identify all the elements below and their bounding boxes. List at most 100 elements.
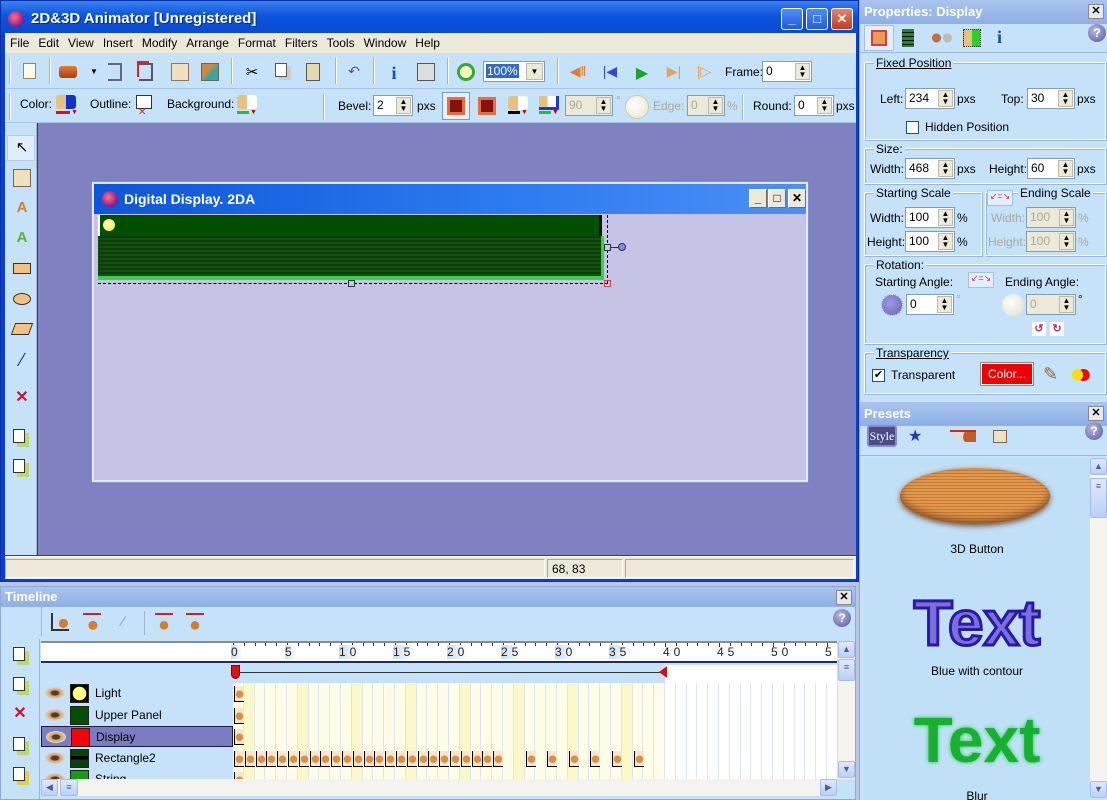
copy-scale-icon[interactable]: ↙=↘ bbox=[987, 190, 1013, 206]
insert-3d-text-icon[interactable]: A bbox=[13, 229, 31, 247]
rotation-handle[interactable] bbox=[618, 243, 626, 251]
keyframe[interactable] bbox=[406, 750, 417, 767]
light-dropdown-icon[interactable]: ▼ bbox=[552, 109, 559, 116]
bring-to-front-icon[interactable] bbox=[13, 737, 25, 751]
paste-icon[interactable] bbox=[306, 63, 320, 81]
chevron-down-icon[interactable]: ▼ bbox=[526, 63, 543, 80]
timeline-hscrollbar[interactable]: ◀ ≡ ▶ bbox=[41, 779, 837, 796]
fill-color-icon[interactable] bbox=[56, 95, 76, 109]
properties-icon[interactable] bbox=[417, 63, 435, 81]
spinner-icon[interactable]: ▲ ▼ bbox=[1058, 90, 1073, 107]
menu-window[interactable]: Window bbox=[359, 33, 411, 50]
doc-close-button[interactable]: ✕ bbox=[788, 189, 806, 208]
insert-image-icon[interactable] bbox=[13, 169, 31, 187]
layer-down-icon[interactable] bbox=[13, 677, 25, 691]
spinner-icon[interactable]: ▲ ▼ bbox=[938, 160, 953, 177]
layer-row[interactable]: Rectangle2 bbox=[41, 748, 233, 769]
motion-presets-icon[interactable] bbox=[950, 430, 976, 442]
resize-handle-bottom[interactable] bbox=[348, 280, 355, 287]
keyframe[interactable] bbox=[352, 750, 363, 767]
keyframe[interactable] bbox=[277, 750, 288, 767]
add-keyframe-icon[interactable] bbox=[51, 613, 69, 631]
bring-forward-icon[interactable] bbox=[13, 429, 25, 443]
keyframe[interactable] bbox=[439, 750, 450, 767]
forward-icon[interactable]: |▷ bbox=[695, 63, 713, 81]
open-icon[interactable] bbox=[59, 66, 77, 78]
copy-icon[interactable] bbox=[275, 63, 287, 77]
spinner-icon[interactable]: ▲ ▼ bbox=[938, 233, 953, 250]
keyframe[interactable] bbox=[331, 750, 342, 767]
menu-view[interactable]: View bbox=[63, 33, 98, 50]
delete-icon[interactable]: ✕ bbox=[13, 389, 31, 407]
bevel-outer-icon[interactable] bbox=[478, 97, 496, 115]
keyframe[interactable] bbox=[385, 750, 396, 767]
preset-item-blue-contour[interactable]: Text Blue with contour bbox=[864, 586, 1090, 686]
keyframe[interactable] bbox=[288, 750, 298, 767]
start-height-input[interactable]: 100 ▲ ▼ bbox=[905, 231, 955, 252]
resize-handle-right[interactable] bbox=[604, 244, 611, 251]
keyframe[interactable] bbox=[234, 686, 244, 702]
effects-presets-icon[interactable]: ★ bbox=[908, 426, 922, 446]
insert-line-icon[interactable]: ⁄ bbox=[13, 351, 31, 369]
rewind-icon[interactable]: ◀‖ bbox=[569, 63, 587, 81]
send-to-back-icon[interactable] bbox=[13, 767, 25, 781]
keyframe[interactable] bbox=[396, 750, 406, 767]
layer-row[interactable]: Light bbox=[41, 683, 233, 704]
timeline-ruler[interactable]: 0 5 10 15 20 25 30 35 40 45 50 5 bbox=[41, 641, 837, 663]
keyframe[interactable] bbox=[342, 750, 352, 767]
properties-close-button[interactable]: ✕ bbox=[1088, 4, 1104, 19]
scroll-up-icon[interactable]: ▲ bbox=[1090, 458, 1107, 475]
undo-icon[interactable]: ↶ bbox=[345, 63, 363, 81]
spinner-icon[interactable]: ▲ ▼ bbox=[795, 63, 810, 80]
keyframe[interactable] bbox=[493, 750, 504, 767]
keyframe[interactable] bbox=[309, 750, 320, 767]
zoom-icon[interactable] bbox=[457, 63, 475, 81]
keyframe[interactable] bbox=[234, 707, 244, 724]
menu-filters[interactable]: Filters bbox=[280, 33, 322, 50]
export-image-icon[interactable] bbox=[171, 63, 189, 81]
doc-maximize-button[interactable]: □ bbox=[768, 189, 786, 208]
keyframe[interactable] bbox=[460, 750, 471, 767]
insert-text-icon[interactable]: A bbox=[13, 199, 31, 217]
insert-ellipse-icon[interactable] bbox=[13, 293, 31, 305]
transparency-color-button[interactable]: Color... bbox=[981, 363, 1033, 385]
keyframe[interactable] bbox=[590, 750, 601, 767]
playhead-marker[interactable] bbox=[231, 665, 240, 679]
presets-scrollbar[interactable]: ▲ ≡ ▼ bbox=[1090, 458, 1107, 798]
keyframe[interactable] bbox=[266, 750, 277, 767]
spinner-icon[interactable]: ▲ ▼ bbox=[937, 296, 952, 313]
effects-tab-icon[interactable] bbox=[963, 29, 981, 47]
insert-frame-icon[interactable] bbox=[83, 613, 101, 631]
playback-range[interactable] bbox=[41, 665, 837, 683]
scroll-right-icon[interactable]: ▶ bbox=[820, 779, 837, 796]
starting-angle-input[interactable]: 0 ▲ ▼ bbox=[906, 294, 954, 315]
info-tab-icon[interactable]: i bbox=[997, 27, 1002, 48]
frame-grid[interactable] bbox=[233, 683, 837, 779]
scroll-down-icon[interactable]: ▼ bbox=[1090, 781, 1107, 798]
layer-up-icon[interactable] bbox=[13, 647, 25, 661]
visibility-eye-icon[interactable] bbox=[46, 731, 66, 743]
scroll-thumb[interactable]: ≡ bbox=[838, 659, 855, 681]
keyframe[interactable] bbox=[320, 750, 331, 767]
menu-edit[interactable]: Edit bbox=[33, 33, 63, 50]
fill-color-dropdown-icon[interactable]: ▼ bbox=[71, 109, 78, 116]
visibility-eye-icon[interactable] bbox=[45, 687, 65, 699]
eyedropper-icon[interactable]: ✎ bbox=[1043, 364, 1058, 385]
menu-format[interactable]: Format bbox=[233, 33, 280, 50]
light-color-icon[interactable] bbox=[539, 96, 559, 110]
save-as-icon[interactable] bbox=[139, 63, 153, 81]
keyframe[interactable] bbox=[234, 750, 244, 767]
motion-tab-icon[interactable] bbox=[931, 33, 953, 43]
zoom-select[interactable]: 100% ▼ bbox=[483, 61, 545, 82]
bevel-input[interactable]: 2 ▲ ▼ bbox=[373, 95, 413, 116]
maximize-button[interactable]: □ bbox=[806, 8, 828, 30]
spinner-icon[interactable]: ▲ ▼ bbox=[817, 97, 832, 114]
close-button[interactable]: ✕ bbox=[831, 8, 853, 30]
keyframe[interactable] bbox=[298, 750, 309, 767]
keyframe[interactable] bbox=[547, 750, 558, 767]
next-frame-icon[interactable]: ▶| bbox=[665, 63, 683, 81]
scroll-up-icon[interactable]: ▲ bbox=[838, 641, 855, 658]
keyframe[interactable] bbox=[374, 750, 385, 767]
background-color-icon[interactable] bbox=[237, 95, 257, 109]
start-width-input[interactable]: 100 ▲ ▼ bbox=[905, 207, 955, 228]
